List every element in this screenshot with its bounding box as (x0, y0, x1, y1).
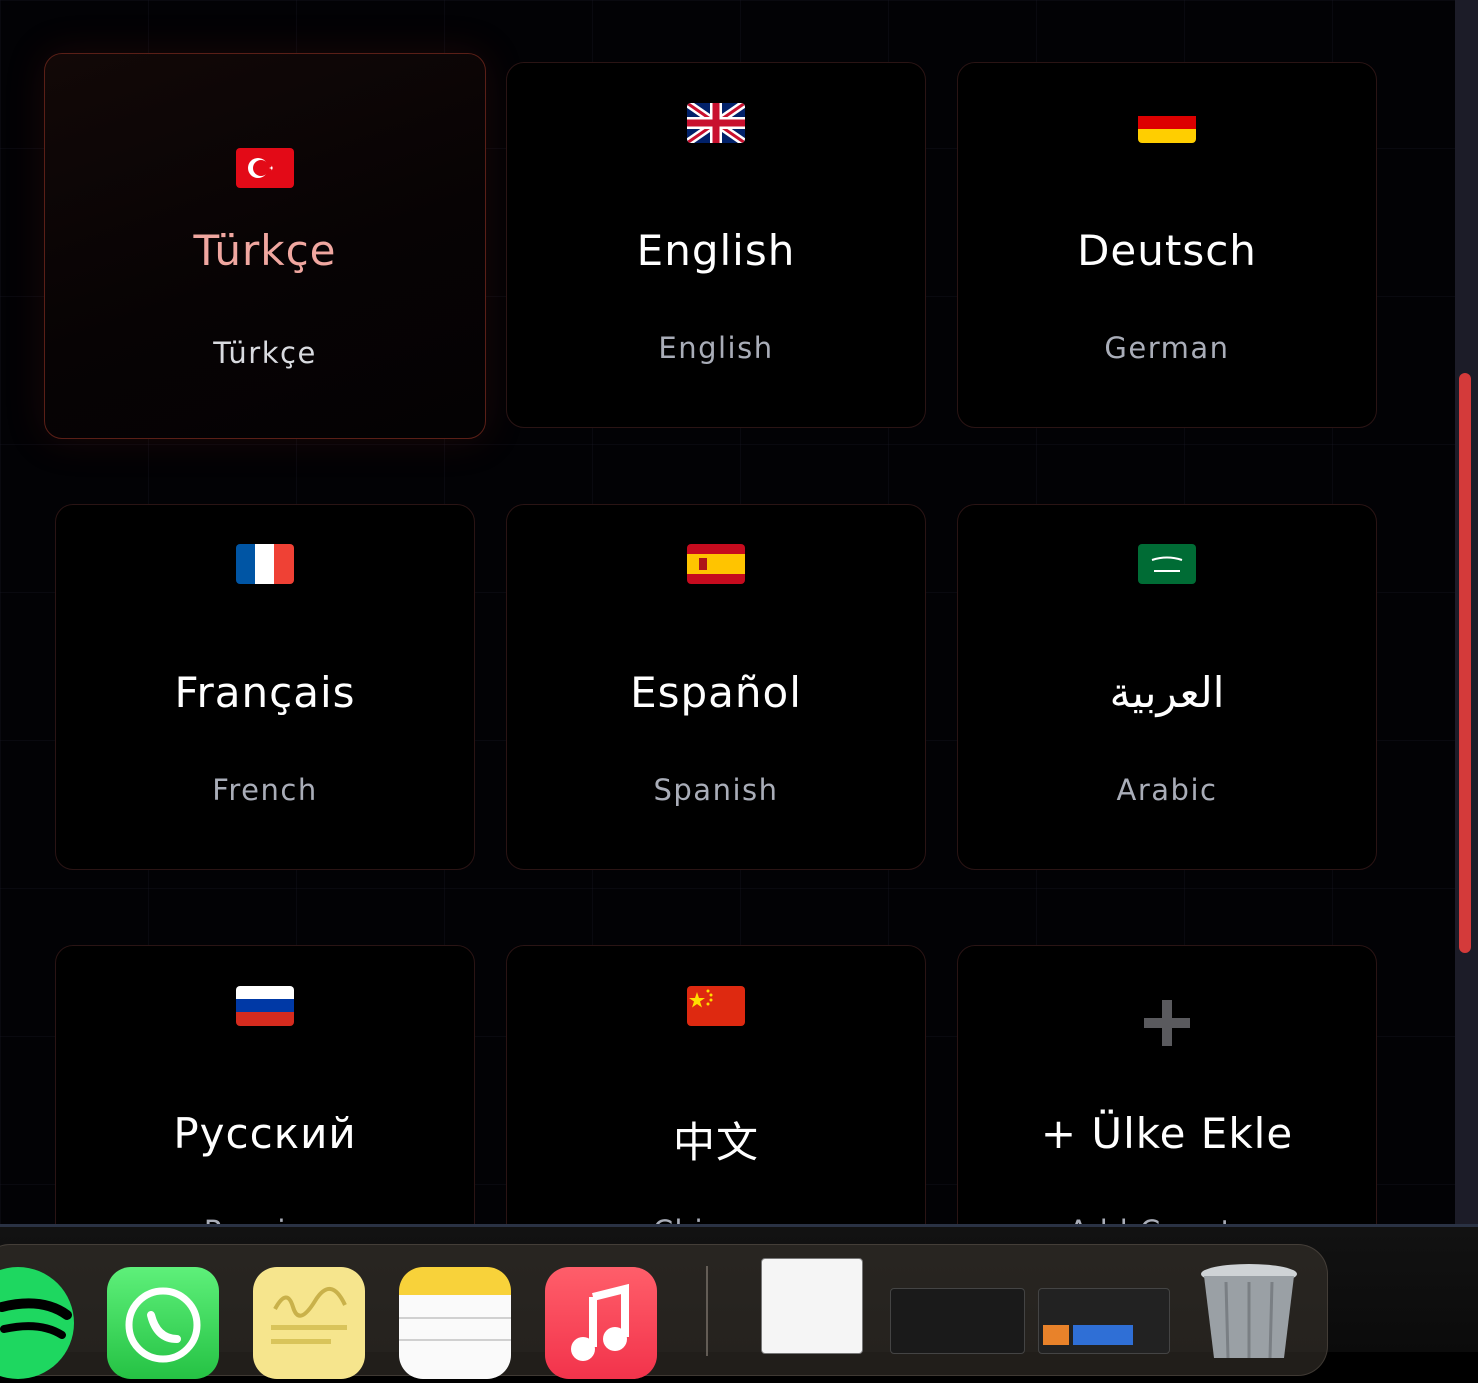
language-card-english[interactable]: English English (506, 62, 926, 428)
france-flag-icon (236, 544, 294, 584)
language-name: Türkçe (193, 226, 337, 275)
language-card-turkish[interactable]: Türkçe Türkçe (44, 53, 486, 439)
language-subtitle: French (212, 773, 318, 807)
language-subtitle: Türkçe (213, 336, 317, 370)
russia-flag-icon (236, 986, 294, 1026)
language-name: English (636, 226, 796, 275)
language-name: Deutsch (1077, 226, 1257, 275)
language-card-spanish[interactable]: Español Spanish (506, 504, 926, 870)
language-card-russian[interactable]: Русский Russian (55, 945, 475, 1226)
notes-icon[interactable] (399, 1267, 511, 1379)
add-country-label: + Ülke Ekle (1040, 1109, 1294, 1158)
language-name: Français (174, 668, 356, 717)
spotify-icon[interactable] (0, 1267, 74, 1379)
language-selection-page: Türkçe Türkçe English English Deutsch Ge… (0, 0, 1458, 1226)
dock-separator (706, 1266, 708, 1356)
plus-icon (1142, 998, 1192, 1048)
saudi-arabia-flag-icon (1138, 544, 1196, 584)
music-icon[interactable] (545, 1267, 657, 1379)
china-flag-icon (687, 986, 745, 1026)
add-country-card[interactable]: + Ülke Ekle Add Country (957, 945, 1377, 1226)
language-subtitle: English (658, 331, 774, 365)
stickies-icon[interactable] (253, 1267, 365, 1379)
language-subtitle: German (1104, 331, 1230, 365)
language-subtitle: Spanish (653, 773, 779, 807)
language-card-german[interactable]: Deutsch German (957, 62, 1377, 428)
germany-flag-icon (1138, 103, 1196, 143)
language-card-chinese[interactable]: 中文 Chinese (506, 945, 926, 1226)
spain-flag-icon (687, 544, 745, 584)
language-subtitle: Arabic (1116, 773, 1218, 807)
language-name: Русский (173, 1109, 357, 1158)
browser-window-thumbnail[interactable] (761, 1258, 863, 1354)
code-editor-thumbnail[interactable] (890, 1288, 1025, 1354)
language-name: العربية (1109, 668, 1225, 717)
scrollbar-thumb[interactable] (1459, 373, 1471, 953)
web-app-thumbnail[interactable] (1038, 1288, 1170, 1354)
language-card-french[interactable]: Français French (55, 504, 475, 870)
uk-flag-icon (687, 103, 745, 143)
turkey-flag-icon (236, 148, 294, 188)
language-name: Español (630, 668, 802, 717)
whatsapp-icon[interactable] (107, 1267, 219, 1379)
language-card-arabic[interactable]: العربية Arabic (957, 504, 1377, 870)
language-name: 中文 (672, 1118, 759, 1167)
trash-icon[interactable] (1198, 1258, 1300, 1359)
